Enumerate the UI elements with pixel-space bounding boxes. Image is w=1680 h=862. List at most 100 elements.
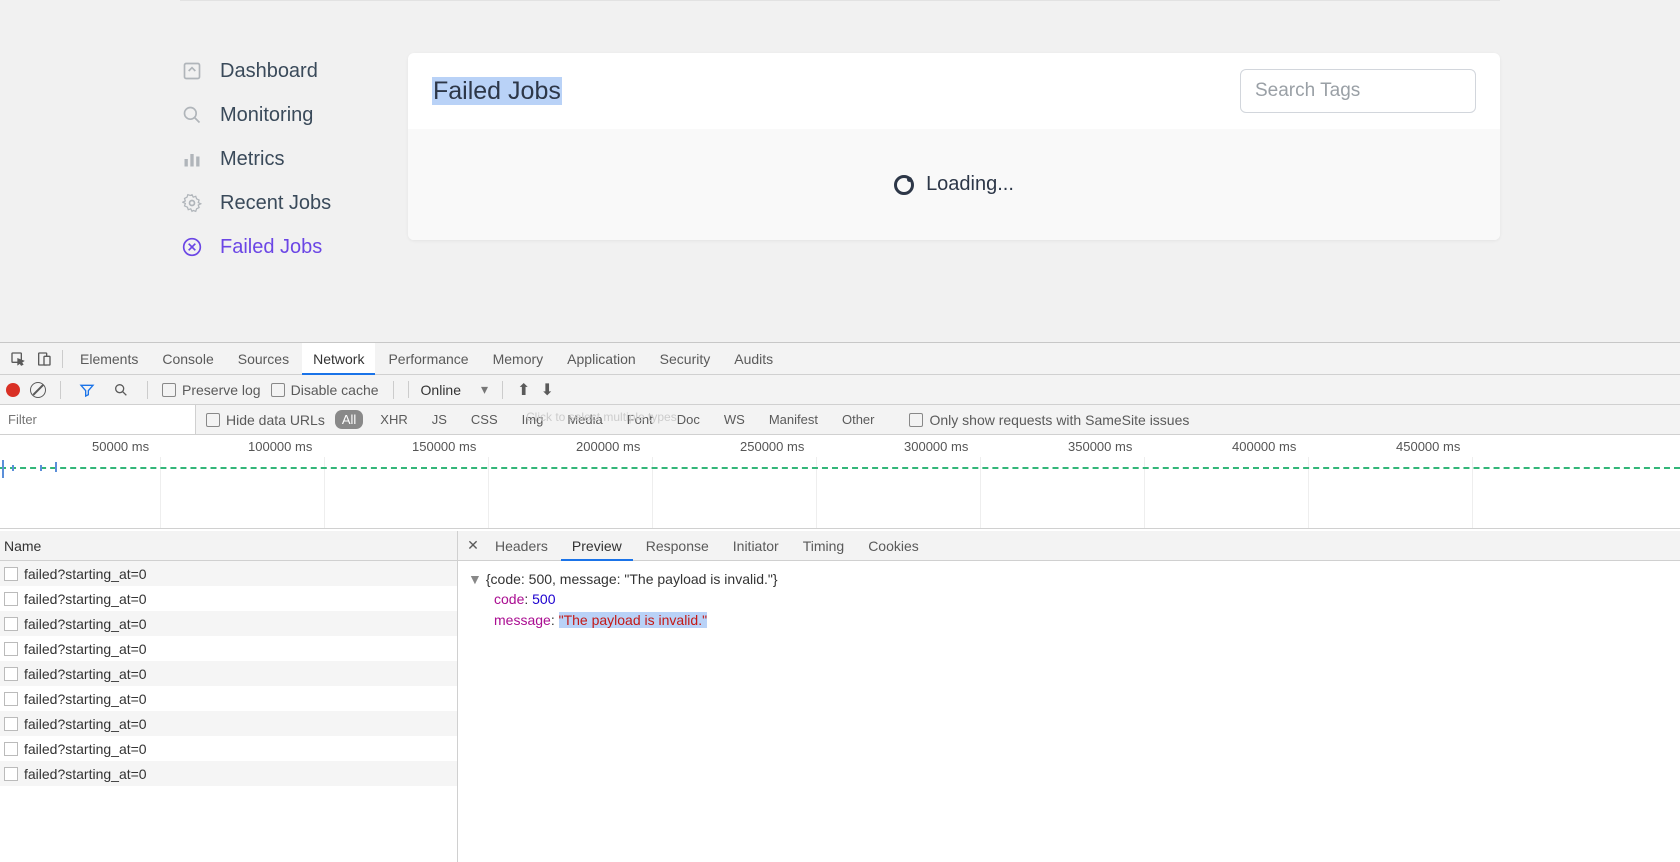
request-row[interactable]: failed?starting_at=0 <box>0 586 457 611</box>
file-icon <box>4 567 18 581</box>
response-preview[interactable]: ▼{code: 500, message: "The payload is in… <box>458 561 1680 638</box>
filter-type-manifest[interactable]: Manifest <box>762 410 825 429</box>
file-icon <box>4 592 18 606</box>
sidebar-item-label: Monitoring <box>220 104 313 127</box>
tab-cookies[interactable]: Cookies <box>857 531 930 561</box>
tab-elements[interactable]: Elements <box>69 343 149 375</box>
tab-memory[interactable]: Memory <box>482 343 555 375</box>
hide-data-urls-checkbox[interactable]: Hide data URLs <box>206 412 325 428</box>
timeline-label: 400000 ms <box>1232 439 1296 454</box>
metrics-icon <box>180 147 204 171</box>
dashboard-icon <box>180 59 204 83</box>
file-icon <box>4 742 18 756</box>
filter-type-media[interactable]: Media <box>560 410 609 429</box>
request-row[interactable]: failed?starting_at=0 <box>0 736 457 761</box>
sidebar-item-label: Metrics <box>220 148 284 171</box>
request-row[interactable]: failed?starting_at=0 <box>0 611 457 636</box>
filter-type-css[interactable]: CSS <box>464 410 505 429</box>
error-circle-icon <box>180 235 204 259</box>
preserve-log-checkbox[interactable]: Preserve log <box>162 382 261 398</box>
tab-preview[interactable]: Preview <box>561 531 633 561</box>
filter-type-ws[interactable]: WS <box>717 410 752 429</box>
network-filter-row: Hide data URLs All XHR JS CSS Img Media … <box>0 405 1680 435</box>
throttling-select[interactable]: Online▾ <box>408 381 489 398</box>
filter-type-xhr[interactable]: XHR <box>373 410 414 429</box>
tab-sources[interactable]: Sources <box>227 343 300 375</box>
file-icon <box>4 717 18 731</box>
samesite-checkbox[interactable]: Only show requests with SameSite issues <box>909 412 1189 428</box>
request-name: failed?starting_at=0 <box>24 766 147 782</box>
request-list: Name failed?starting_at=0 failed?starting… <box>0 531 458 862</box>
tab-timing[interactable]: Timing <box>792 531 856 561</box>
search-tags-input[interactable] <box>1240 69 1476 113</box>
tab-performance[interactable]: Performance <box>377 343 479 375</box>
request-name: failed?starting_at=0 <box>24 716 147 732</box>
app-root: Dashboard Monitoring Metrics Recent Jobs… <box>0 1 1680 343</box>
request-row[interactable]: failed?starting_at=0 <box>0 761 457 786</box>
page-title: Failed Jobs <box>432 77 562 106</box>
sidebar-item-metrics[interactable]: Metrics <box>180 137 408 181</box>
filter-type-other[interactable]: Other <box>835 410 882 429</box>
spinner-icon <box>894 175 914 195</box>
tab-response[interactable]: Response <box>635 531 720 561</box>
request-detail: ✕ Headers Preview Response Initiator Tim… <box>458 531 1680 862</box>
tab-network[interactable]: Network <box>302 343 375 375</box>
file-icon <box>4 617 18 631</box>
search-icon[interactable] <box>109 378 133 402</box>
download-har-icon[interactable]: ⬇ <box>540 380 553 400</box>
timeline-label: 200000 ms <box>576 439 640 454</box>
request-name: failed?starting_at=0 <box>24 741 147 757</box>
request-row[interactable]: failed?starting_at=0 <box>0 686 457 711</box>
column-header-name[interactable]: Name <box>0 531 457 561</box>
tab-application[interactable]: Application <box>556 343 647 375</box>
request-name: failed?starting_at=0 <box>24 591 147 607</box>
sidebar: Dashboard Monitoring Metrics Recent Jobs… <box>0 13 408 343</box>
device-toggle-icon[interactable] <box>32 347 56 371</box>
file-icon <box>4 642 18 656</box>
close-detail-button[interactable]: ✕ <box>464 537 482 555</box>
timeline-label: 300000 ms <box>904 439 968 454</box>
tab-headers[interactable]: Headers <box>484 531 559 561</box>
sidebar-item-failed-jobs[interactable]: Failed Jobs <box>180 225 408 269</box>
loading-text: Loading... <box>926 173 1014 196</box>
filter-type-img[interactable]: Img <box>515 410 551 429</box>
filter-type-all[interactable]: All <box>335 410 363 429</box>
record-button[interactable] <box>6 383 20 397</box>
gear-icon <box>180 191 204 215</box>
request-name: failed?starting_at=0 <box>24 566 147 582</box>
request-name: failed?starting_at=0 <box>24 641 147 657</box>
timeline-label: 250000 ms <box>740 439 804 454</box>
filter-type-js[interactable]: JS <box>425 410 454 429</box>
filter-type-doc[interactable]: Doc <box>670 410 707 429</box>
tab-initiator[interactable]: Initiator <box>722 531 790 561</box>
inspect-icon[interactable] <box>6 347 30 371</box>
clear-button[interactable] <box>30 382 46 398</box>
upload-har-icon[interactable]: ⬆ <box>517 380 530 400</box>
request-name: failed?starting_at=0 <box>24 666 147 682</box>
disable-cache-checkbox[interactable]: Disable cache <box>271 382 379 398</box>
sidebar-item-recent-jobs[interactable]: Recent Jobs <box>180 181 408 225</box>
network-timeline[interactable]: 50000 ms 100000 ms 150000 ms 200000 ms 2… <box>0 435 1680 529</box>
filter-toggle-icon[interactable] <box>75 378 99 402</box>
detail-tabs: ✕ Headers Preview Response Initiator Tim… <box>458 531 1680 561</box>
request-name: failed?starting_at=0 <box>24 616 147 632</box>
file-icon <box>4 667 18 681</box>
sidebar-item-dashboard[interactable]: Dashboard <box>180 49 408 93</box>
devtools-panel: Elements Console Sources Network Perform… <box>0 342 1680 862</box>
sidebar-item-label: Recent Jobs <box>220 192 331 215</box>
filter-input[interactable] <box>0 405 196 435</box>
request-row[interactable]: failed?starting_at=0 <box>0 661 457 686</box>
file-icon <box>4 692 18 706</box>
tab-security[interactable]: Security <box>649 343 722 375</box>
sidebar-item-monitoring[interactable]: Monitoring <box>180 93 408 137</box>
request-row[interactable]: failed?starting_at=0 <box>0 636 457 661</box>
loading-state: Loading... <box>408 129 1500 240</box>
tab-console[interactable]: Console <box>151 343 224 375</box>
timeline-label: 100000 ms <box>248 439 312 454</box>
timeline-label: 450000 ms <box>1396 439 1460 454</box>
request-row[interactable]: failed?starting_at=0 <box>0 561 457 586</box>
network-toolbar: Preserve log Disable cache Online▾ ⬆ ⬇ <box>0 375 1680 405</box>
tab-audits[interactable]: Audits <box>723 343 784 375</box>
request-row[interactable]: failed?starting_at=0 <box>0 711 457 736</box>
filter-type-font[interactable]: Font <box>620 410 660 429</box>
